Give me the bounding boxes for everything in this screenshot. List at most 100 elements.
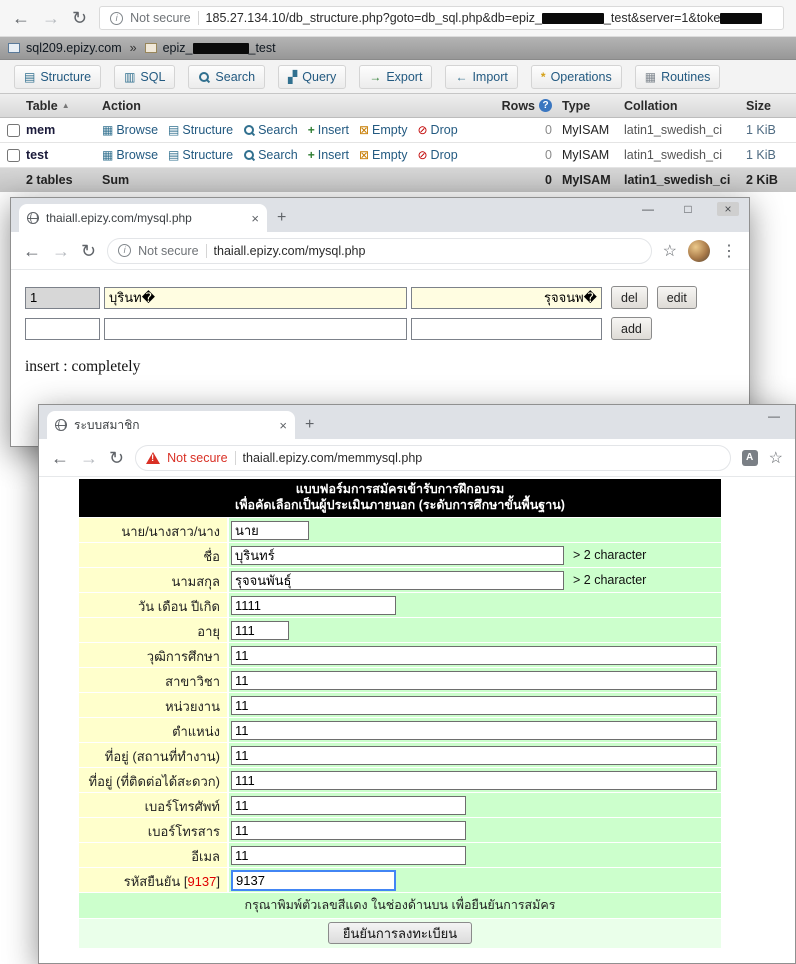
database-icon	[145, 43, 157, 53]
bookmark-star-icon[interactable]: ☆	[769, 448, 783, 468]
tab-close-icon[interactable]: ×	[251, 211, 259, 226]
row-checkbox[interactable]	[7, 124, 20, 137]
tab-export[interactable]: →Export	[359, 65, 432, 89]
info-icon[interactable]	[118, 244, 131, 257]
submit-button[interactable]: ยืนยันการลงทะเบียน	[328, 922, 472, 944]
organization-input[interactable]	[231, 696, 717, 715]
address-bar[interactable]: Not secure thaiall.epizy.com/memmysql.ph…	[135, 445, 731, 471]
divider	[206, 244, 207, 258]
structure-link[interactable]: ▤Structure	[168, 123, 233, 137]
insert-link[interactable]: +Insert	[308, 123, 349, 137]
new-id-input[interactable]	[25, 318, 100, 340]
engine-type: MyISAM	[562, 148, 624, 162]
bookmark-star-icon[interactable]: ☆	[663, 241, 677, 261]
reload-icon[interactable]: ↻	[109, 449, 124, 467]
structure-link[interactable]: ▤Structure	[168, 148, 233, 162]
tab-search[interactable]: Search	[188, 65, 265, 89]
tab-operations[interactable]: *Operations	[531, 65, 622, 89]
browse-link[interactable]: ▦Browse	[102, 148, 158, 162]
back-icon[interactable]: ←	[51, 449, 69, 467]
email-input[interactable]	[231, 846, 466, 865]
add-button[interactable]: add	[611, 317, 652, 340]
tab-sql[interactable]: ▥SQL	[114, 65, 175, 89]
edit-button[interactable]: edit	[657, 286, 697, 309]
tab-mysql-page[interactable]: thaiall.epizy.com/mysql.php ×	[19, 204, 267, 232]
translate-icon[interactable]	[742, 450, 758, 466]
del-button[interactable]: del	[611, 286, 648, 309]
form-row: เบอร์โทรสาร	[79, 818, 721, 842]
row-checkbox[interactable]	[7, 149, 20, 162]
record-id-input[interactable]	[25, 287, 100, 309]
close-icon[interactable]: ×	[717, 202, 739, 216]
table-name-link[interactable]: mem	[26, 123, 55, 137]
birthdate-input[interactable]	[231, 596, 396, 615]
maximize-icon[interactable]: □	[677, 202, 699, 216]
education-input[interactable]	[231, 646, 717, 665]
menu-icon[interactable]: ⋮	[721, 241, 737, 261]
reload-icon[interactable]: ↻	[81, 242, 96, 260]
form-row: หน่วยงาน	[79, 693, 721, 717]
work-address-input[interactable]	[231, 746, 717, 765]
record-name-input[interactable]	[104, 287, 407, 309]
back-icon[interactable]: ←	[12, 9, 30, 27]
tab-member-page[interactable]: ระบบสมาชิก ×	[47, 411, 295, 439]
phone-input[interactable]	[231, 796, 466, 815]
contact-address-input[interactable]	[231, 771, 717, 790]
tab-import[interactable]: ←Import	[445, 65, 517, 89]
age-input[interactable]	[231, 621, 289, 640]
breadcrumb-server-link[interactable]: sql209.epizy.com	[26, 41, 122, 55]
collation: latin1_swedish_ci	[624, 123, 746, 137]
verify-row: รหัสยืนยัน [9137]	[79, 868, 721, 892]
drop-link[interactable]: ⊘Drop	[417, 123, 457, 137]
back-icon[interactable]: ←	[23, 242, 41, 260]
new-surname-input[interactable]	[411, 318, 602, 340]
form-row: วัน เดือน ปีเกิด	[79, 593, 721, 617]
search-link[interactable]: Search	[243, 123, 298, 137]
insert-link[interactable]: +Insert	[308, 148, 349, 162]
sum-type: MyISAM	[562, 173, 624, 187]
empty-link[interactable]: ⊠Empty	[359, 123, 408, 137]
avatar[interactable]	[688, 240, 710, 262]
drop-icon: ⊘	[417, 124, 427, 136]
table-name-link[interactable]: test	[26, 148, 48, 162]
firstname-input[interactable]	[231, 546, 564, 565]
title-input[interactable]	[231, 521, 309, 540]
status-text: insert : completely	[25, 358, 735, 376]
warning-icon[interactable]	[146, 452, 160, 464]
address-bar[interactable]: Not secure 185.27.134.10/db_structure.ph…	[99, 6, 784, 30]
address-bar[interactable]: Not secure thaiall.epizy.com/mysql.php	[107, 238, 652, 264]
drop-link[interactable]: ⊘Drop	[417, 148, 457, 162]
header-table[interactable]: Table▲	[26, 99, 102, 113]
minimize-icon[interactable]: —	[637, 202, 659, 216]
tab-query[interactable]: ▞Query	[278, 65, 346, 89]
tab-structure[interactable]: ▤Structure	[14, 65, 101, 89]
tab-close-icon[interactable]: ×	[279, 418, 287, 433]
reload-icon[interactable]: ↻	[72, 9, 87, 27]
new-tab-icon[interactable]: +	[305, 416, 314, 434]
forward-icon[interactable]: →	[52, 242, 70, 260]
collation: latin1_swedish_ci	[624, 148, 746, 162]
pma-tab-bar: ▤Structure ▥SQL Search ▞Query →Export ←I…	[0, 60, 796, 94]
lastname-input[interactable]	[231, 571, 564, 590]
verify-label: รหัสยืนยัน [9137]	[79, 868, 227, 892]
fax-input[interactable]	[231, 821, 466, 840]
browse-link[interactable]: ▦Browse	[102, 123, 158, 137]
help-icon[interactable]: ?	[539, 99, 552, 112]
major-input[interactable]	[231, 671, 717, 690]
empty-link[interactable]: ⊠Empty	[359, 148, 408, 162]
new-name-input[interactable]	[104, 318, 407, 340]
sum-collation: latin1_swedish_ci	[624, 173, 746, 187]
breadcrumb-db-link[interactable]: epiz__test	[163, 41, 276, 55]
tab-routines[interactable]: ▦Routines	[635, 65, 721, 89]
minimize-icon[interactable]: —	[763, 409, 785, 423]
verify-code-input[interactable]	[231, 870, 396, 891]
query-icon: ▞	[288, 71, 297, 83]
form-row: อีเมล	[79, 843, 721, 867]
record-surname-input[interactable]	[411, 287, 602, 309]
search-link[interactable]: Search	[243, 148, 298, 162]
position-input[interactable]	[231, 721, 717, 740]
new-tab-icon[interactable]: +	[277, 209, 286, 227]
forward-icon[interactable]: →	[42, 9, 60, 27]
info-icon[interactable]	[110, 12, 123, 25]
forward-icon[interactable]: →	[80, 449, 98, 467]
